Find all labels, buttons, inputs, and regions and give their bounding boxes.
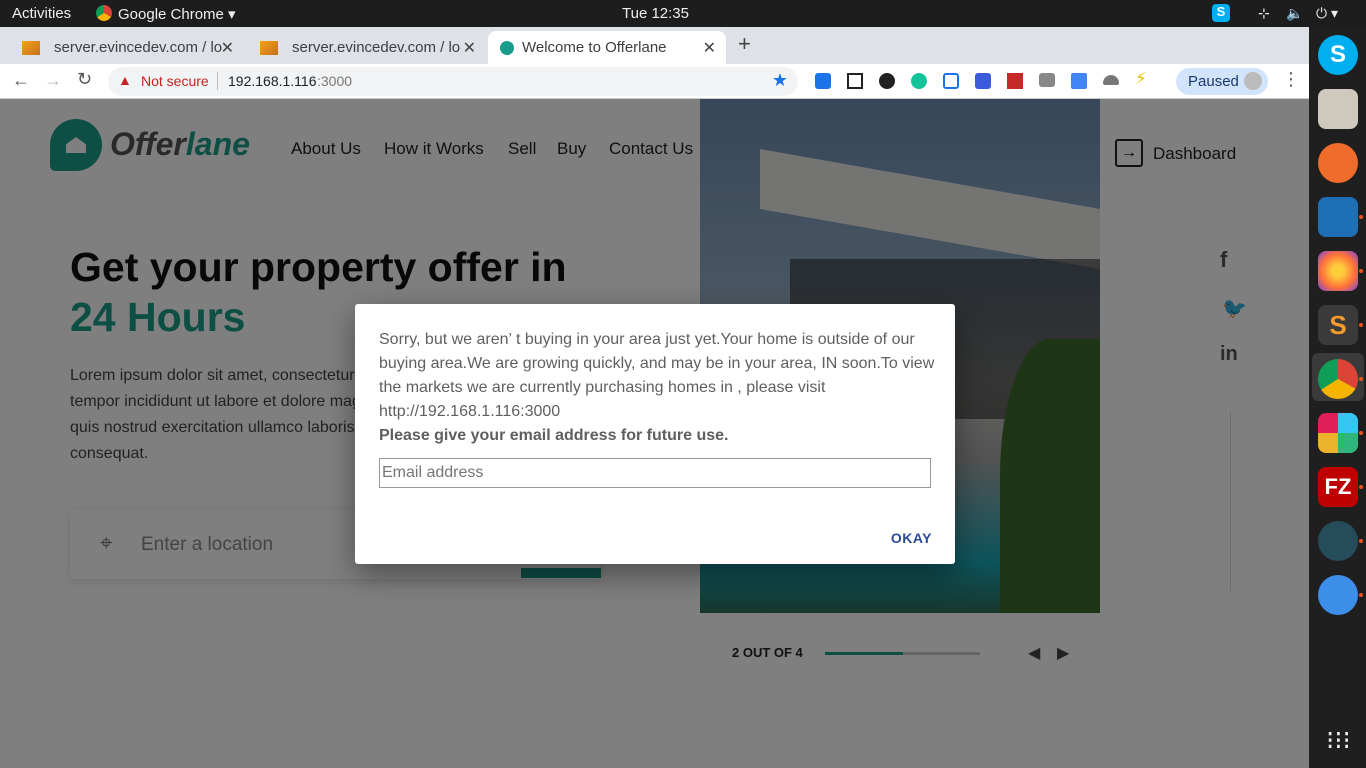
files-dock-icon[interactable] [1318, 89, 1358, 129]
menu-icon[interactable]: ⋮ [1282, 69, 1300, 90]
slack-dock-icon[interactable] [1318, 413, 1358, 453]
chrome-app-icon [96, 5, 112, 21]
url-host: 192.168.1.116 [228, 73, 317, 89]
activities-button[interactable]: Activities [12, 5, 71, 22]
reload-icon[interactable]: ↻ [77, 69, 92, 90]
translate-icon[interactable] [1071, 73, 1087, 89]
browser-toolbar: ← → ↻ ▲ Not secure 192.168.1.116 :3000 ★… [0, 64, 1309, 99]
security-label[interactable]: Not secure [141, 73, 209, 89]
out-of-area-dialog: Sorry, but we aren’ t buying in your are… [355, 304, 955, 564]
thunderbird-dock-icon[interactable] [1318, 575, 1358, 615]
divider [217, 72, 218, 90]
warning-icon: ▲ [118, 72, 132, 88]
screenshot-icon[interactable] [1039, 73, 1055, 87]
filezilla-dock-icon[interactable]: FZ [1318, 467, 1358, 507]
network-icon[interactable]: ⊹ [1258, 5, 1270, 22]
gitkraken-dock-icon[interactable] [1318, 521, 1358, 561]
clock[interactable]: Tue 12:35 [622, 5, 689, 22]
app-grid-icon[interactable]: ⁝⁝⁝ [1326, 727, 1351, 753]
tab-title: Welcome to Offerlane [522, 39, 667, 56]
sublime-dock-icon[interactable]: S [1318, 305, 1358, 345]
notion-extension-icon[interactable] [847, 73, 863, 89]
tab-offerlane[interactable]: Welcome to Offerlane ✕ [488, 31, 726, 64]
jsonhero-icon[interactable] [975, 73, 991, 89]
close-tab-icon[interactable]: ✕ [221, 38, 234, 58]
dialog-prompt: Please give your email address for futur… [379, 427, 729, 444]
url-port: :3000 [317, 73, 353, 89]
dialog-message-text: Sorry, but we aren’ t buying in your are… [379, 331, 935, 420]
tab-server-2[interactable]: server.evincedev.com / lo ✕ [250, 31, 486, 64]
address-bar[interactable]: ▲ Not secure 192.168.1.116 :3000 ★ [108, 67, 798, 96]
browser-frame: server.evincedev.com / lo ✕ server.evinc… [0, 27, 1309, 99]
tab-title: server.evincedev.com / lo [54, 39, 223, 56]
avatar-icon [1244, 72, 1262, 90]
app-menu[interactable]: Google Chrome ▾ [118, 5, 236, 23]
phpmyadmin-icon [260, 41, 278, 55]
bookmark-star-icon[interactable]: ★ [772, 70, 788, 91]
extension-icon-5[interactable] [943, 73, 959, 89]
close-tab-icon[interactable]: ✕ [703, 38, 716, 58]
tab-server-1[interactable]: server.evincedev.com / lo ✕ [12, 31, 244, 64]
back-icon[interactable]: ← [12, 70, 30, 91]
dialog-message: Sorry, but we aren’ t buying in your are… [379, 328, 939, 448]
vscode-dock-icon[interactable] [1318, 197, 1358, 237]
postman-dock-icon[interactable] [1318, 143, 1358, 183]
system-top-bar: Activities Google Chrome ▾ Tue 12:35 S ⊹… [0, 0, 1366, 27]
email-field[interactable] [379, 458, 931, 488]
grammarly-icon[interactable] [911, 73, 927, 89]
okay-button[interactable]: OKAY [891, 530, 932, 546]
close-tab-icon[interactable]: ✕ [463, 38, 476, 58]
extension-icon-7[interactable] [1007, 73, 1023, 89]
skype-tray-icon[interactable]: S [1212, 4, 1230, 22]
firefox-dock-icon[interactable] [1318, 251, 1358, 291]
lightning-extension-icon[interactable]: ⚡ [1135, 69, 1147, 89]
chrome-dock-icon[interactable] [1318, 359, 1358, 399]
new-tab-button[interactable]: + [738, 31, 751, 57]
power-icon[interactable]: ⏻ ▾ [1316, 5, 1338, 22]
extension-icon-3[interactable] [879, 73, 895, 89]
volume-icon[interactable]: 🔈 [1286, 5, 1303, 22]
tab-title: server.evincedev.com / lo [292, 39, 461, 56]
forward-icon[interactable]: → [44, 70, 62, 91]
extension-icon-1[interactable] [815, 73, 831, 89]
offerlane-favicon [500, 41, 514, 55]
ubuntu-dock: S S FZ ⁝⁝⁝ [1309, 27, 1366, 768]
profile-paused-button[interactable]: Paused [1176, 68, 1268, 95]
skype-dock-icon[interactable]: S [1318, 35, 1358, 75]
phpmyadmin-icon [22, 41, 40, 55]
extension-icon-10[interactable] [1103, 75, 1119, 85]
